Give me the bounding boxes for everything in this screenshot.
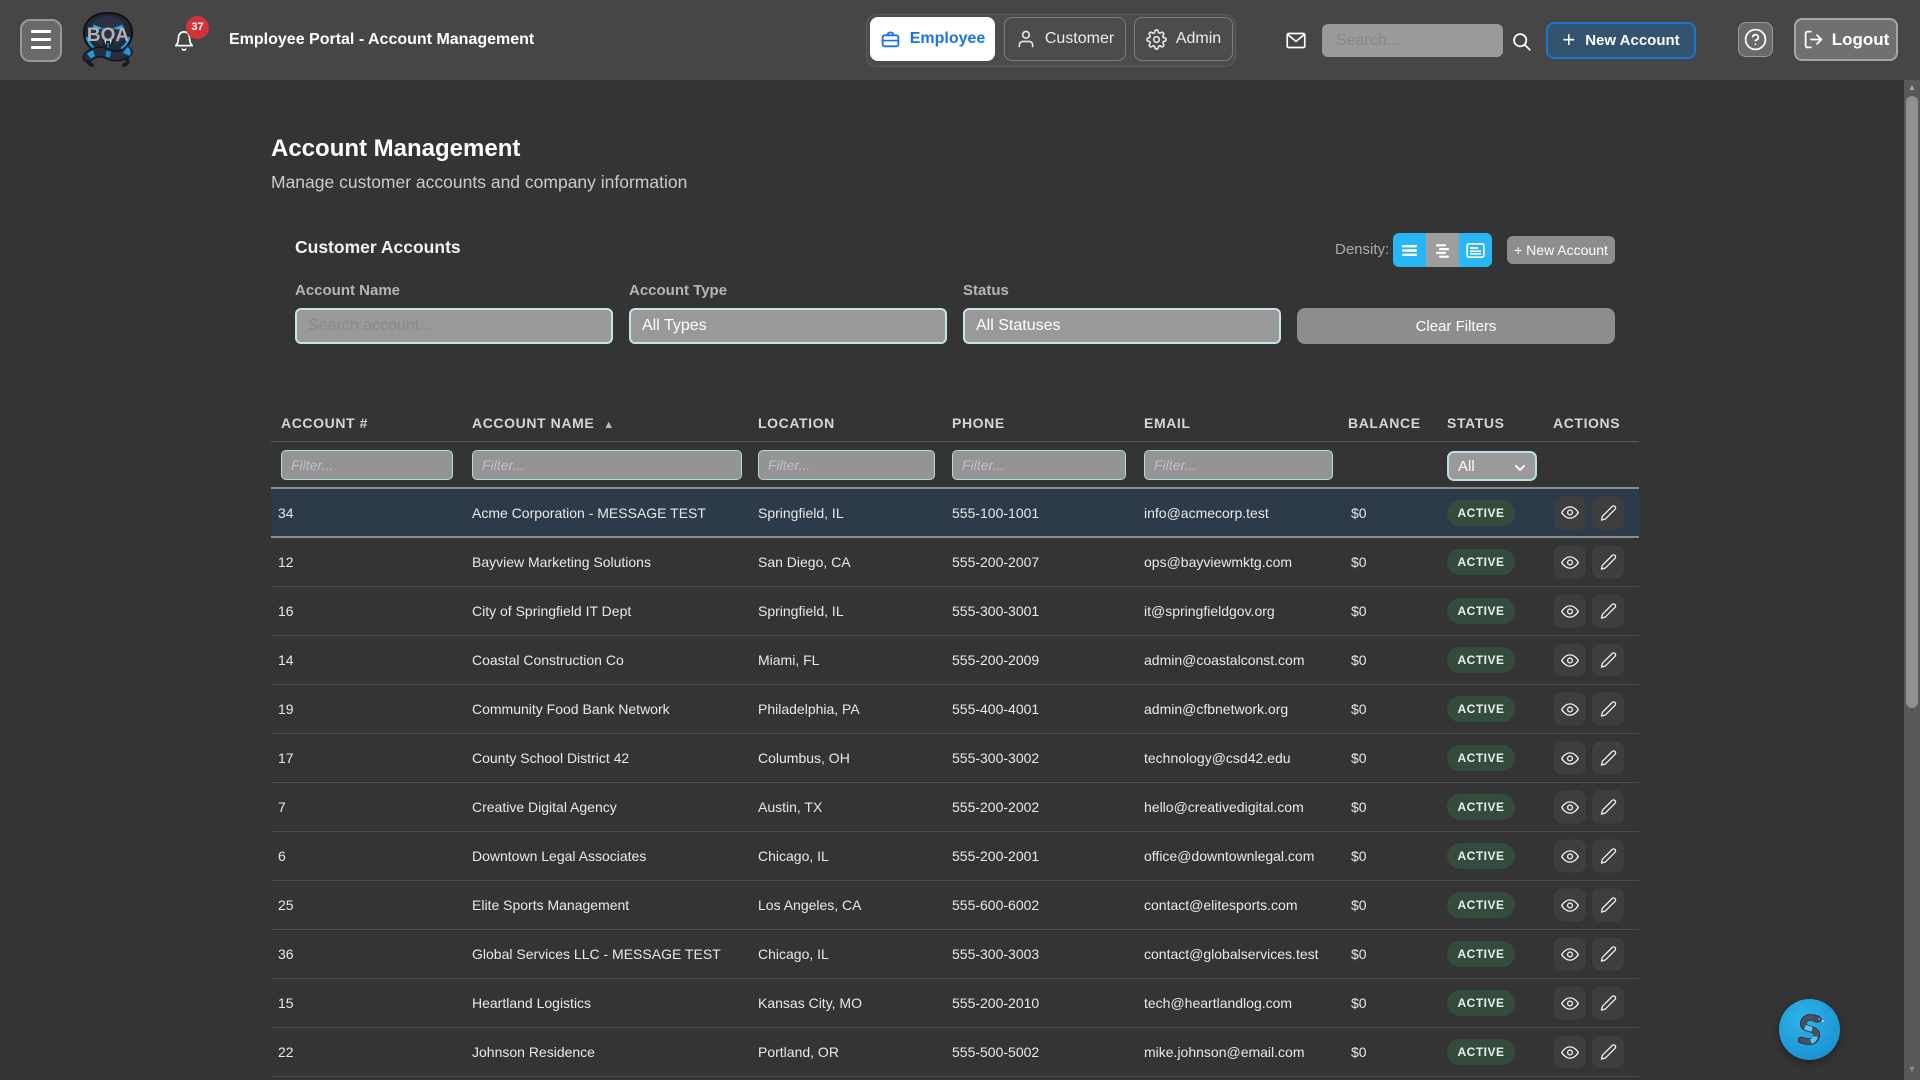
svg-text:BOA: BOA bbox=[87, 25, 130, 46]
